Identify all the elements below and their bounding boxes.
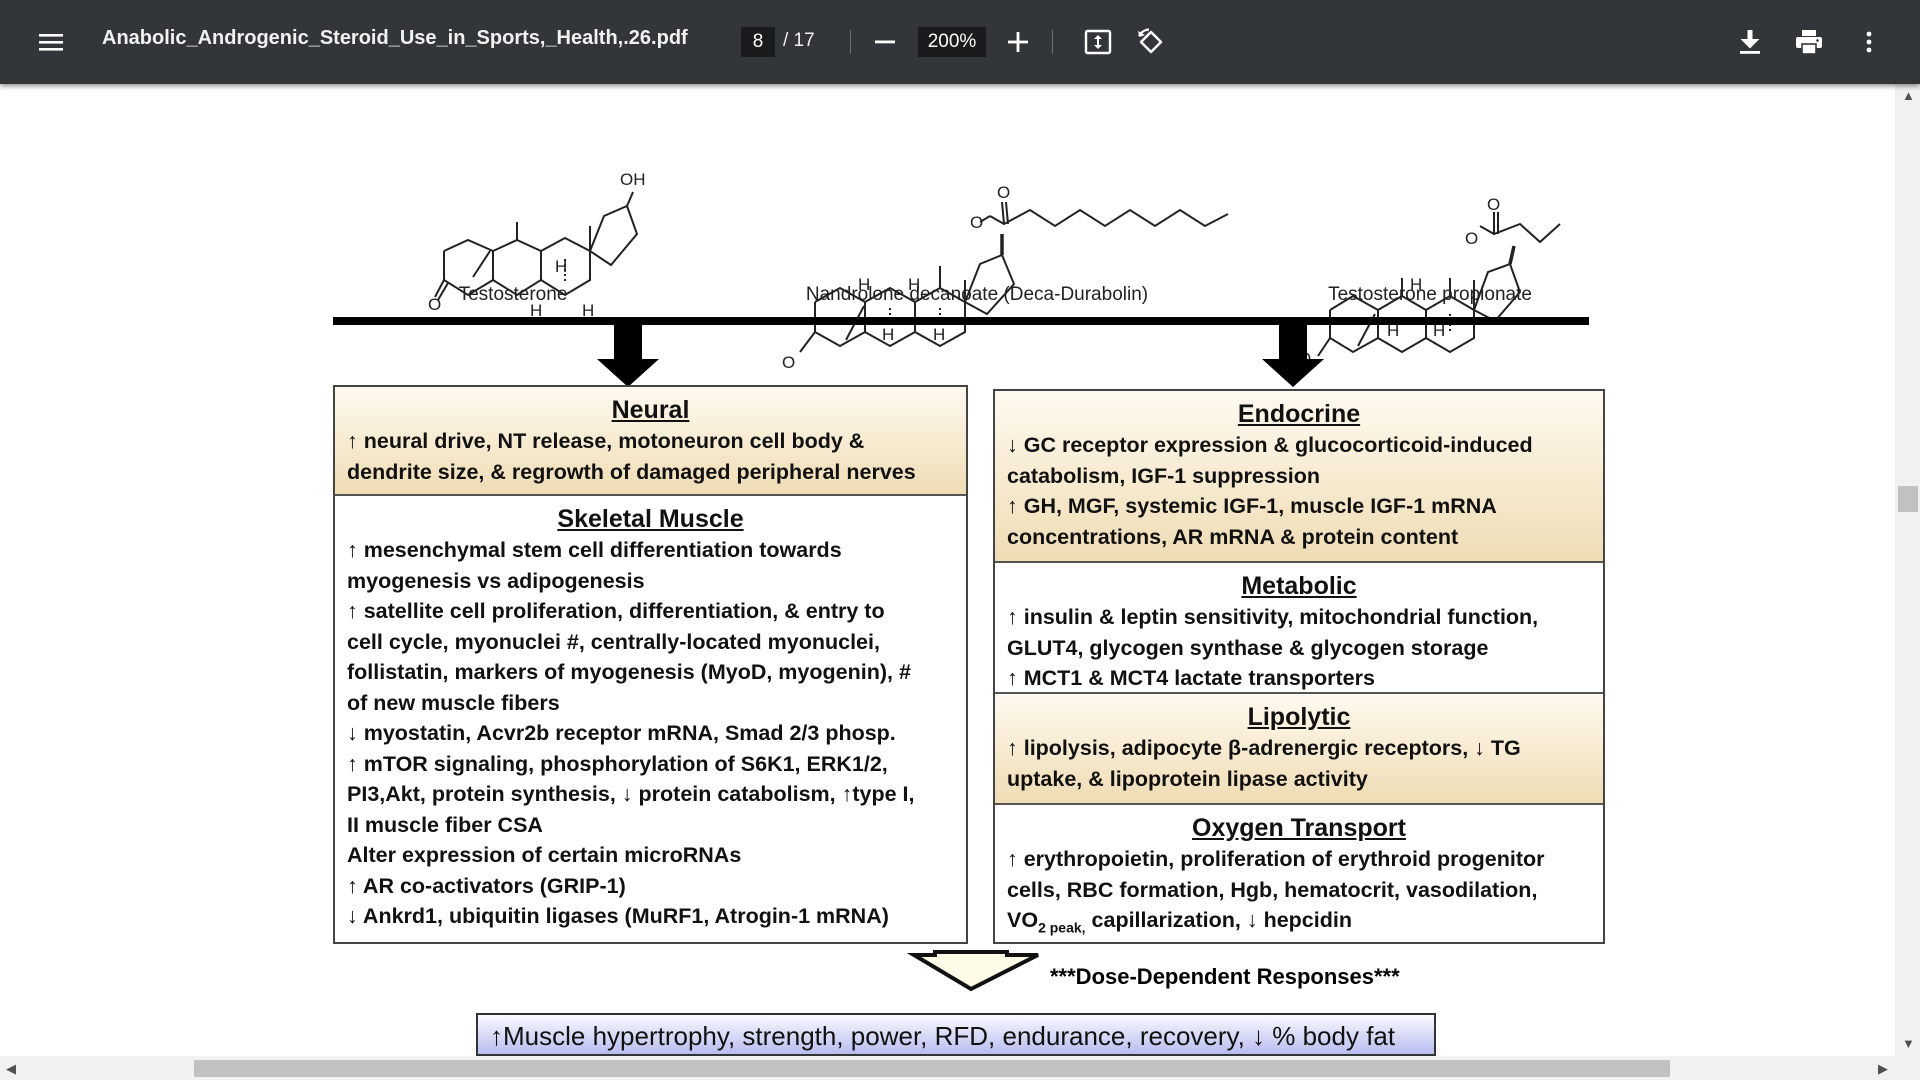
skeletal-text-line: myogenesis vs adipogenesis [347,568,645,593]
skeletal-text-line: follistatin, markers of myogenesis (MyoD… [347,660,911,684]
skeletal-text-line: ↑ mTOR signaling, phosphorylation of S6K… [347,751,888,776]
skeletal-text-line: Alter expression of certain microRNAs [347,843,742,867]
neural-section: Neural ↑ neural drive, NT release, moton… [335,387,966,496]
neural-text-line: ↑ neural drive, NT release, motoneuron c… [347,429,865,453]
oxygen-transport-section: Oxygen Transport ↑ erythropoietin, proli… [995,805,1603,943]
pdf-toolbar: Anabolic_Androgenic_Steroid_Use_in_Sport… [0,0,1920,84]
systemic-effects-box: Endocrine ↓ GC receptor expression & glu… [993,389,1605,944]
scroll-left-arrow-icon[interactable]: ◀ [6,1061,16,1077]
arrow-left-down [597,325,659,387]
neural-skeletal-box: Neural ↑ neural drive, NT release, moton… [333,385,968,944]
skeletal-text-line: II muscle fiber CSA [347,812,543,837]
skeletal-muscle-title: Skeletal Muscle [557,505,744,533]
neural-title: Neural [611,396,690,424]
endocrine-text-line: ↓ GC receptor expression & glucocorticoi… [1007,433,1533,457]
skeletal-text-line: ↑ satellite cell proliferation, differen… [347,599,885,623]
neural-text-line: dendrite size, & regrowth of damaged per… [347,459,916,484]
skeletal-muscle-section: Skeletal Muscle ↑ mesenchymal stem cell … [335,496,966,932]
molecule-label-testosterone-propionate: Testosterone propionate [1328,284,1532,305]
metabolic-text-line: ↑ insulin & leptin sensitivity, mitochon… [1007,605,1539,629]
vertical-scrollbar[interactable] [1895,84,1920,1056]
download-icon[interactable] [1734,26,1766,58]
svg-text:O: O [970,213,983,232]
dose-dependent-label: ***Dose-Dependent Responses*** [1050,964,1400,989]
scroll-right-arrow-icon[interactable]: ▶ [1878,1061,1888,1077]
endocrine-text-line: ↑ GH, MGF, systemic IGF-1, muscle IGF-1 … [1007,494,1497,518]
vertical-scroll-thumb[interactable] [1898,486,1918,512]
scroll-up-arrow-icon[interactable]: ▲ [1902,88,1915,103]
endocrine-text-line: catabolism, IGF-1 suppression [1007,463,1321,488]
svg-text:O: O [1487,195,1500,214]
skeletal-text-line: PI3,Akt, protein synthesis, ↓ protein ca… [347,782,915,806]
divider-bar [333,317,1589,325]
scroll-down-arrow-icon[interactable]: ▼ [1902,1036,1915,1051]
metabolic-text-line: ↑ MCT1 & MCT4 lactate transporters [1007,666,1375,690]
print-icon[interactable] [1792,26,1826,58]
skeletal-text-line: ↑ AR co-activators (GRIP-1) [347,873,626,898]
lipolytic-text-line: uptake, & lipoprotein lipase activity [1007,766,1368,791]
arrow-dose-down [906,950,1039,992]
rotate-icon[interactable] [1135,26,1167,58]
svg-text:O: O [782,353,795,372]
toolbar-divider [850,30,851,54]
pdf-viewer[interactable]: OH O H H H O O O H H H H O O O H H H [0,84,1920,1080]
pdf-page: OH O H H H O O O H H H H O O O H H H [0,84,1895,1056]
skeletal-text-line: ↓ myostatin, Acvr2b receptor mRNA, Smad … [347,721,896,745]
skeletal-text-line: ↑ mesenchymal stem cell differentiation … [347,538,842,562]
horizontal-scroll-thumb[interactable] [194,1060,1670,1077]
page-number-input[interactable]: 8 [741,27,775,57]
fit-page-icon[interactable] [1082,27,1114,57]
metabolic-text-line: GLUT4, glycogen synthase & glycogen stor… [1007,635,1489,660]
metabolic-section: Metabolic ↑ insulin & leptin sensitivity… [995,563,1603,694]
hamburger-menu-icon[interactable] [34,26,68,58]
lipolytic-section: Lipolytic ↑ lipolysis, adipocyte β-adren… [995,694,1603,805]
skeletal-text-line: ↓ Ankrd1, ubiquitin ligases (MuRF1, Atro… [347,904,889,928]
svg-text:H: H [555,257,567,276]
molecule-label-nandrolone-decanoate: Nandrolone decanoate (Deca-Durabolin) [805,284,1149,305]
oxygen-text-line: ↑ erythropoietin, proliferation of eryth… [1007,847,1545,871]
svg-text:O: O [1465,229,1478,248]
oxygen-text-line-vo2: VO2 peak, capillarization, ↓ hepcidin [1007,905,1591,943]
zoom-out-icon[interactable] [870,28,900,56]
lipolytic-title: Lipolytic [1247,703,1351,731]
atom-labels: OH O H H H O O O H H H H O O O H H H [428,170,1500,372]
skeletal-text-line: of new muscle fibers [347,690,560,715]
toolbar-divider [1052,30,1053,54]
arrow-right-down [1262,325,1324,387]
svg-text:H: H [933,325,945,344]
endocrine-title: Endocrine [1237,400,1361,428]
zoom-level-input[interactable]: 200% [918,27,986,57]
svg-text:O: O [997,183,1010,202]
metabolic-title: Metabolic [1241,572,1357,600]
oxygen-transport-title: Oxygen Transport [1192,814,1406,842]
lipolytic-text-line: ↑ lipolysis, adipocyte β-adrenergic rece… [1007,736,1521,760]
endocrine-text-line: concentrations, AR mRNA & protein conten… [1007,524,1459,549]
vo2-text: VO [1007,908,1039,932]
oxygen-text-line: cells, RBC formation, Hgb, hematocrit, v… [1007,877,1538,902]
zoom-in-icon[interactable] [1003,27,1033,57]
svg-text:H: H [882,325,894,344]
vo2-subscript: 2 peak, [1038,919,1086,936]
more-options-icon[interactable] [1858,26,1880,58]
document-title: Anabolic_Androgenic_Steroid_Use_in_Sport… [102,27,688,49]
page-total: / 17 [783,30,815,51]
endocrine-section: Endocrine ↓ GC receptor expression & glu… [995,391,1603,563]
outcome-box: ↑Muscle hypertrophy, strength, power, RF… [476,1013,1436,1056]
skeletal-text-line: cell cycle, myonuclei #, centrally-locat… [347,629,880,654]
vo2-suffix: capillarization, ↓ hepcidin [1085,908,1352,932]
molecule-label-testosterone: Testosterone [458,284,568,305]
svg-text:OH: OH [620,170,646,189]
